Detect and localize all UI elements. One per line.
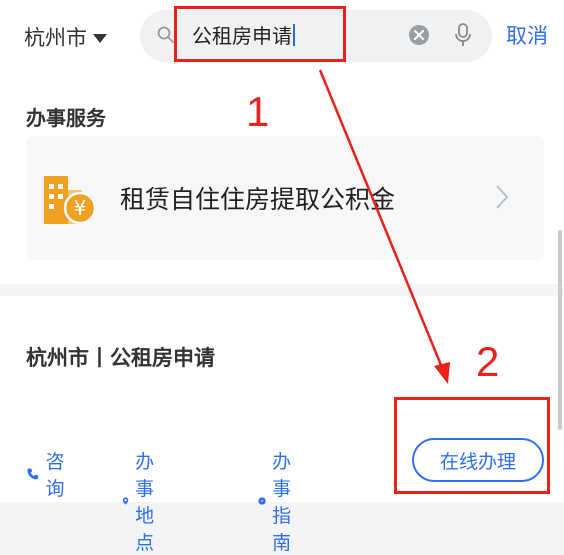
annotation-arrow: [318, 69, 450, 384]
